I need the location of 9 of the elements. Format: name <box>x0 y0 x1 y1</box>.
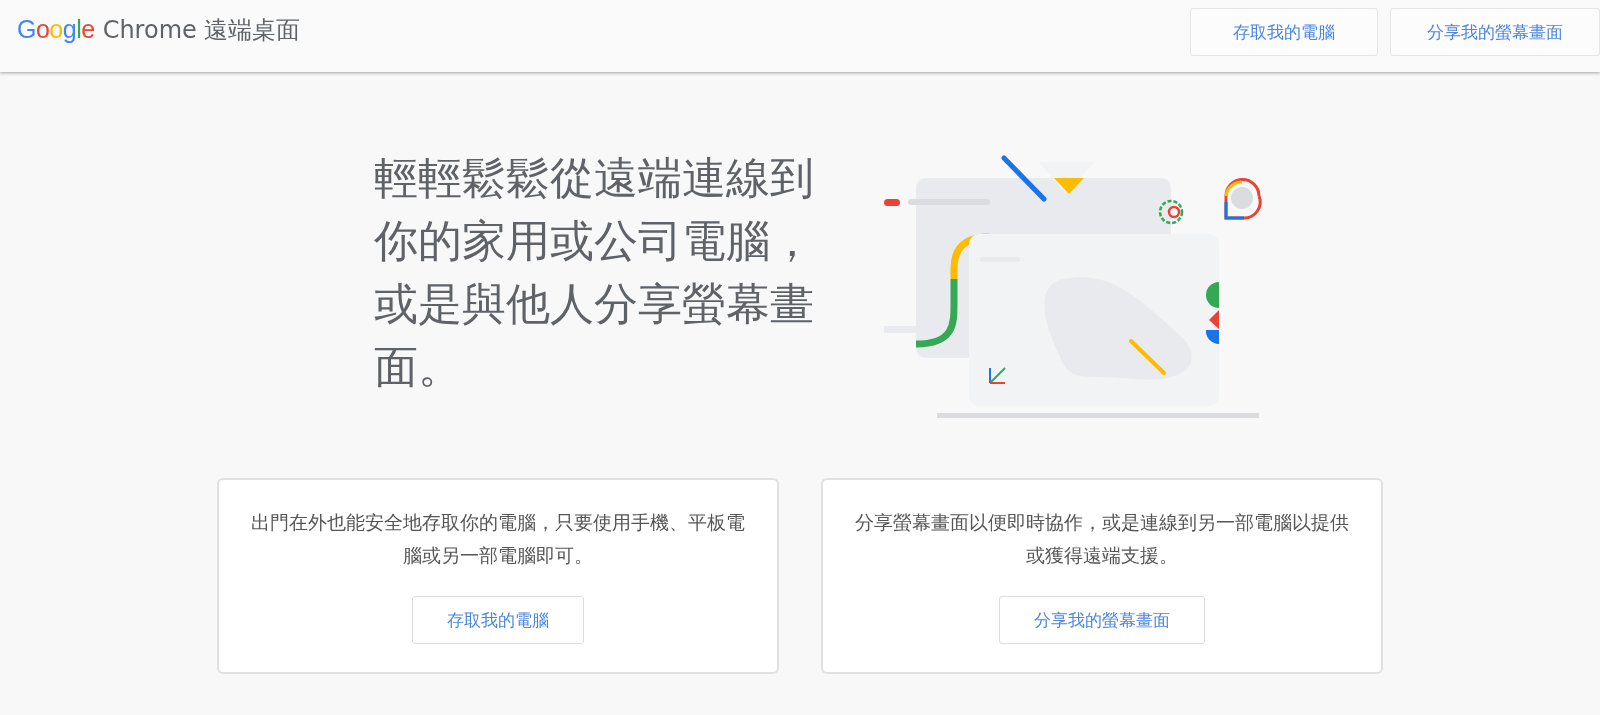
product-name: Chrome 遠端桌面 <box>102 15 301 46</box>
card-description: 出門在外也能安全地存取你的電腦，只要使用手機、平板電腦或另一部電腦即可。 <box>250 510 746 568</box>
google-logo: Google <box>17 15 95 44</box>
header-nav-button[interactable]: 存取我的電腦 <box>1190 8 1378 56</box>
card-description: 分享螢幕畫面以便即時協作，或是連線到另一部電腦以提供或獲得遠端支援。 <box>854 510 1350 568</box>
header-nav-button[interactable]: 分享我的螢幕畫面 <box>1390 8 1600 56</box>
hero-headline: 輕輕鬆鬆從遠端連線到你的家用或公司電腦，或是與他人分享螢幕畫面。 <box>374 151 815 394</box>
card-action-button[interactable]: 分享我的螢幕畫面 <box>999 596 1205 644</box>
card-action-button[interactable]: 存取我的電腦 <box>412 596 584 644</box>
